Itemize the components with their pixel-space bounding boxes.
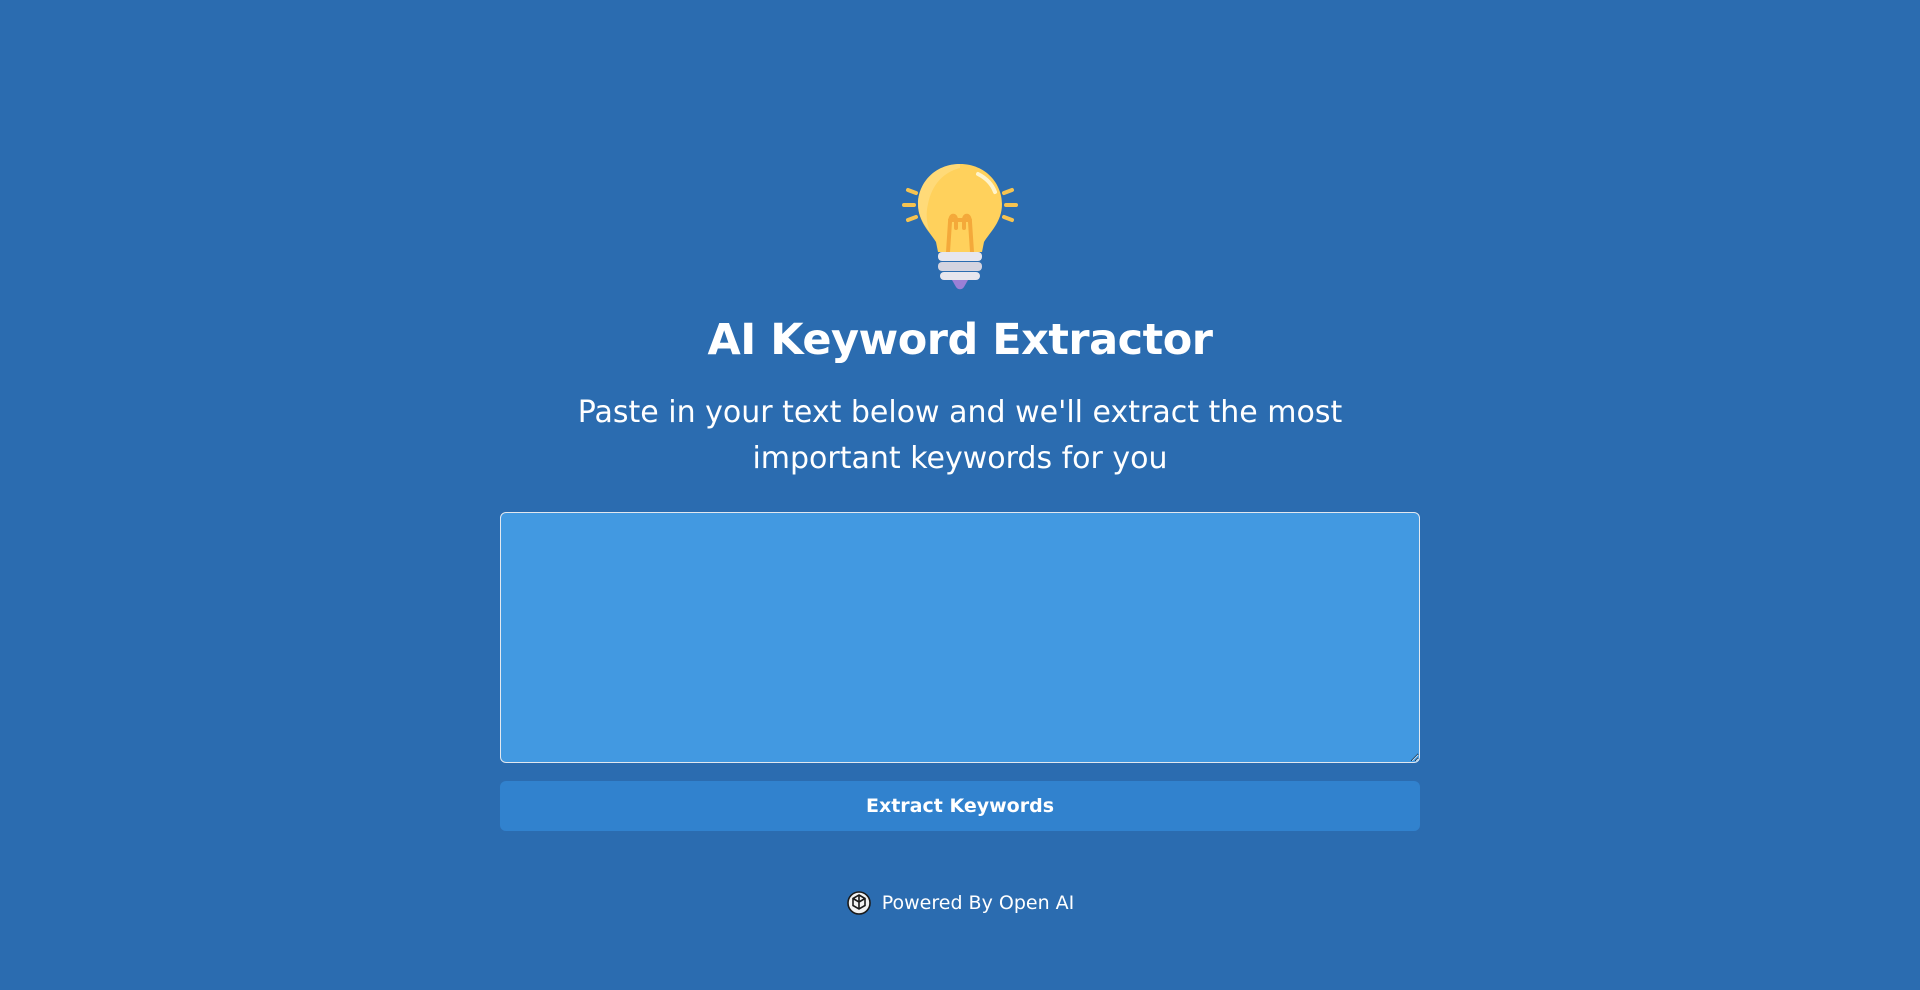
page-title: AI Keyword Extractor — [707, 315, 1213, 365]
openai-icon — [846, 891, 871, 915]
extract-keywords-button[interactable]: Extract Keywords — [500, 781, 1420, 831]
footer: Powered By Open AI — [0, 890, 1920, 916]
footer-text: Powered By Open AI — [881, 892, 1075, 914]
page: AI Keyword Extractor Paste in your text … — [0, 0, 1920, 990]
main-column: AI Keyword Extractor Paste in your text … — [500, 160, 1420, 831]
page-subtitle: Paste in your text below and we'll extra… — [577, 395, 1343, 476]
text-input[interactable] — [500, 512, 1420, 763]
text-input-container — [500, 512, 1420, 763]
lightbulb-icon — [902, 164, 1018, 290]
